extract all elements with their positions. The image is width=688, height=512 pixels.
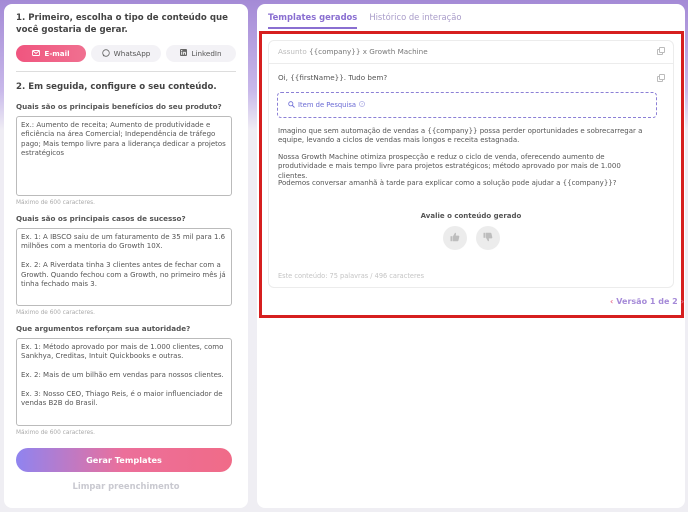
channel-email-button[interactable]: E-mail (16, 45, 86, 62)
whatsapp-icon (101, 48, 110, 59)
clear-form-button[interactable]: Limpar preenchimento (16, 481, 236, 491)
help-icon[interactable]: ? (359, 101, 365, 109)
email-paragraph-2: Nossa Growth Machine otimiza prospecção … (278, 153, 621, 180)
step2-title: 2. Em seguida, configure o seu conteúdo. (16, 82, 217, 92)
subject-text: {{company}} x Growth Machine (309, 47, 428, 56)
email-greeting: Oi, {{firstName}}. Tudo bem? (278, 73, 388, 82)
subject-row: Assunto {{company}} x Growth Machine (268, 40, 674, 64)
channel-linkedin-button[interactable]: LinkedIn (166, 45, 236, 62)
authority-textarea[interactable]: Ex. 1: Método aprovado por mais de 1.000… (16, 338, 232, 426)
tab-interaction-history[interactable]: Histórico de interação (369, 12, 461, 29)
email-paragraph-1: Imagino que sem automação de vendas a {{… (278, 127, 643, 145)
generate-templates-button[interactable]: Gerar Templates (16, 448, 232, 472)
channel-selector: E-mail WhatsApp LinkedIn (16, 45, 236, 62)
mail-icon (32, 49, 41, 58)
thumbs-up-icon (450, 232, 460, 245)
content-stats: Este conteúdo: 75 palavras / 496 caracte… (278, 272, 425, 280)
results-tabs: Templates gerados Histórico de interação (268, 12, 462, 29)
search-icon (288, 100, 295, 110)
authority-hint: Máximo de 600 caracteres. (16, 430, 96, 436)
linkedin-icon (180, 49, 188, 58)
divider (16, 71, 236, 72)
benefits-hint: Máximo de 600 caracteres. (16, 200, 96, 206)
rate-content-title: Avalie o conteúdo gerado (420, 212, 522, 220)
step1-title: 1. Primeiro, escolha o tipo de conteúdo … (16, 13, 228, 35)
authority-label: Que argumentos reforçam sua autoridade? (16, 324, 191, 333)
benefits-label: Quais são os principais benefícios do se… (16, 102, 222, 111)
benefits-textarea[interactable]: Ex.: Aumento de receita; Aumento de prod… (16, 116, 232, 196)
version-label: Versão 1 de 2 (616, 297, 678, 306)
copy-subject-icon[interactable] (657, 47, 665, 55)
thumbs-down-icon (483, 232, 493, 245)
thumbs-up-button[interactable] (443, 226, 467, 250)
chevron-right-icon[interactable]: › (681, 297, 684, 306)
svg-text:?: ? (361, 101, 363, 106)
success-cases-hint: Máximo de 600 caracteres. (16, 310, 96, 316)
success-cases-label: Quais são os principais casos de sucesso… (16, 214, 186, 223)
email-paragraph-3: Podemos conversar amanhã à tarde para ex… (278, 179, 617, 187)
channel-whatsapp-label: WhatsApp (113, 49, 151, 58)
research-item-label: Item de Pesquisa (298, 101, 357, 109)
success-cases-textarea[interactable]: Ex. 1: A IBSCO saiu de um faturamento de… (16, 228, 232, 306)
tab-generated-templates[interactable]: Templates gerados (268, 12, 358, 29)
config-panel: 1. Primeiro, escolha o tipo de conteúdo … (4, 4, 248, 508)
channel-linkedin-label: LinkedIn (191, 49, 222, 58)
subject-label: Assunto (278, 47, 307, 56)
thumbs-down-button[interactable] (476, 226, 500, 250)
channel-email-label: E-mail (44, 49, 70, 58)
chevron-left-icon[interactable]: ‹ (610, 297, 613, 306)
copy-body-icon[interactable] (657, 74, 665, 82)
research-item-box[interactable]: Item de Pesquisa ? (277, 92, 657, 118)
channel-whatsapp-button[interactable]: WhatsApp (91, 45, 161, 62)
version-pagination: ‹ Versão 1 de 2 › (610, 297, 684, 306)
